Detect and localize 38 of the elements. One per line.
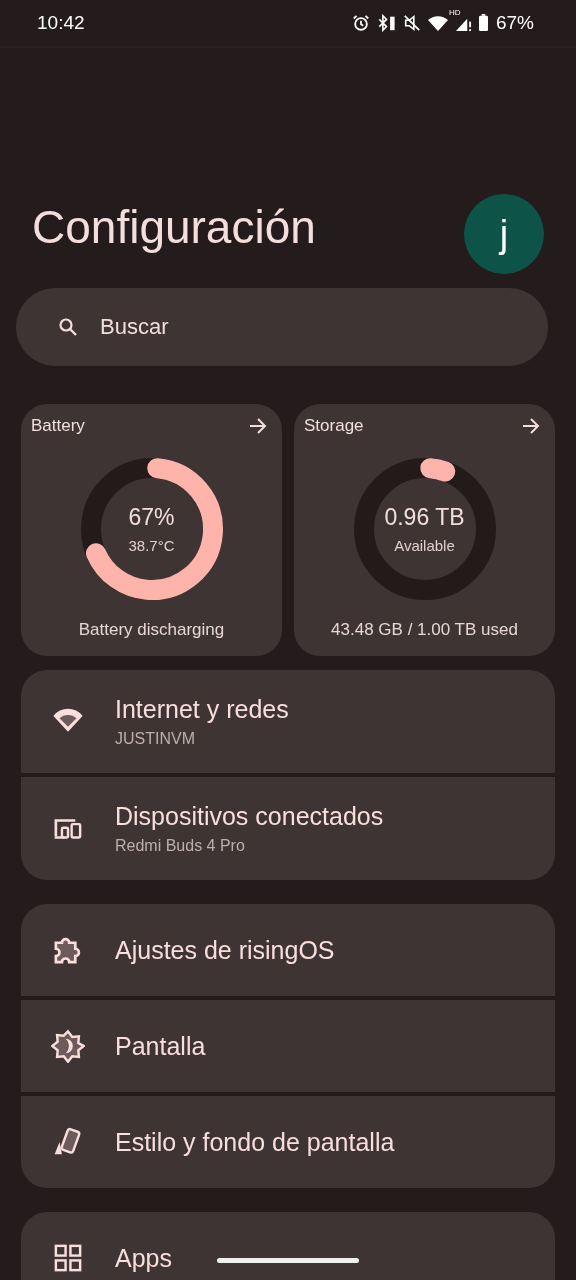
card-caption: Battery discharging <box>78 620 225 640</box>
battery-percentage: 67% <box>495 12 534 34</box>
item-title: Dispositivos conectados <box>115 802 384 831</box>
summary-card[interactable]: Battery 67% 38.7°C Battery discharging <box>21 404 282 656</box>
item-subtitle: Redmi Buds 4 Pro <box>115 837 246 855</box>
wifi-icon <box>426 14 449 32</box>
settings-item[interactable]: Apps <box>21 1212 555 1280</box>
ring-label: 38.7°C <box>128 537 175 554</box>
item-title: Ajustes de risingOS <box>115 935 335 965</box>
item-title: Internet y redes <box>115 695 289 724</box>
item-title: Pantalla <box>115 1031 206 1061</box>
arrow-icon <box>248 416 268 436</box>
network-type-label: HD <box>448 7 461 17</box>
item-subtitle: JUSTINVM <box>115 730 196 748</box>
settings-item[interactable]: Estilo y fondo de pantalla <box>21 1096 555 1188</box>
profile-avatar[interactable]: j <box>464 194 544 274</box>
item-title: Apps <box>115 1243 172 1273</box>
search-field[interactable]: Buscar <box>16 288 548 366</box>
settings-item[interactable]: Ajustes de risingOS <box>21 904 555 996</box>
battery-icon <box>477 14 489 32</box>
page-title: Configuración <box>32 200 316 254</box>
brightness-icon <box>51 1029 85 1063</box>
muted-speaker-icon <box>402 14 421 32</box>
card-title: Storage <box>304 416 364 436</box>
ring-value: 67% <box>128 504 175 531</box>
clock-time: 10:42 <box>37 12 85 34</box>
arrow-icon <box>521 416 541 436</box>
home-indicator[interactable] <box>217 1258 359 1263</box>
card-caption: 43.48 GB / 1.00 TB used <box>331 620 518 640</box>
summary-card[interactable]: Storage 0.96 TB Available 43.48 GB / 1.00 TB used <box>294 404 555 656</box>
item-title: Estilo y fondo de pantalla <box>115 1127 395 1157</box>
ring-value: 0.96 TB <box>384 504 465 531</box>
settings-item[interactable]: Pantalla <box>21 1000 555 1092</box>
card-title: Battery <box>31 416 85 436</box>
settings-item[interactable]: Dispositivos conectados Redmi Buds 4 Pro <box>21 777 555 880</box>
ring-label: Available <box>394 537 455 554</box>
settings-item[interactable]: Internet y redes JUSTINVM <box>21 670 555 773</box>
alarm-icon <box>351 14 370 32</box>
